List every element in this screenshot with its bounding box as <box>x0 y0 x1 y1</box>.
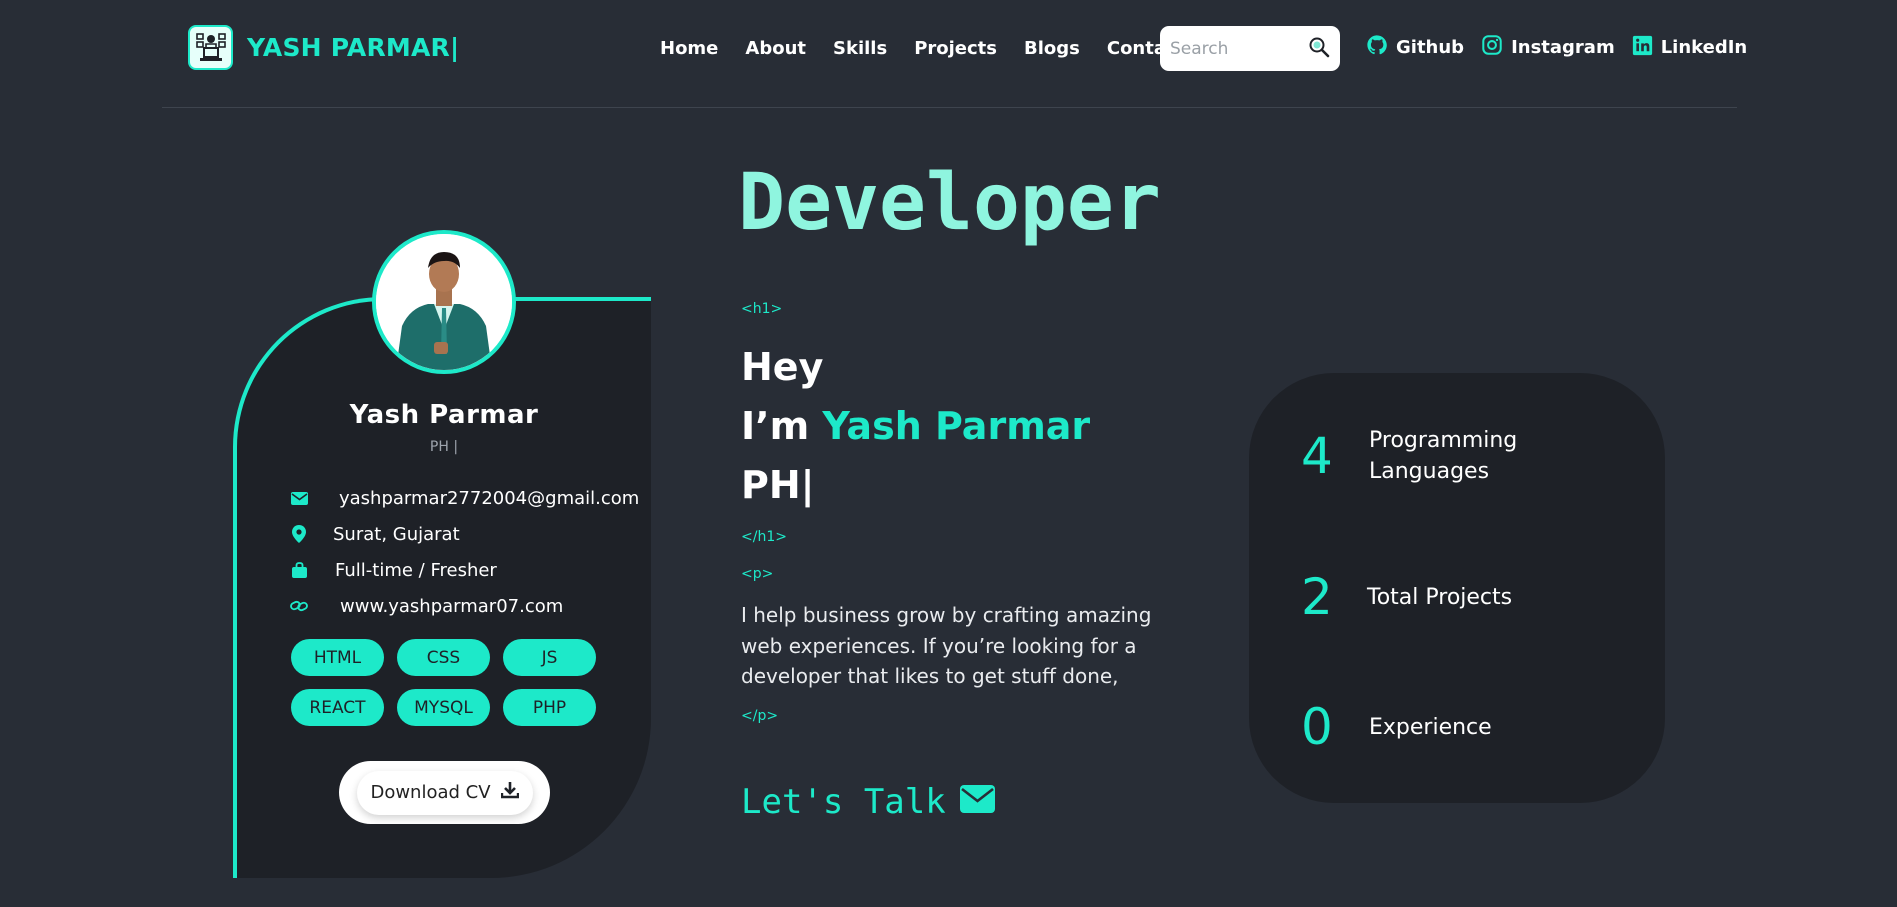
stat-label: Experience <box>1369 714 1492 740</box>
instagram-label: Instagram <box>1511 37 1615 58</box>
location-icon <box>290 525 308 543</box>
info-employment: Full-time / Fresher <box>290 552 639 588</box>
download-cv-label: Download CV <box>370 782 491 803</box>
stat-label: Programming Languages <box>1369 428 1518 484</box>
nav-links: Home About Skills Projects Blogs Contact <box>660 38 1185 59</box>
stat-value: 0 <box>1301 698 1333 756</box>
download-cv-inner: Download CV <box>357 771 533 815</box>
intro-description: I help business grow by crafting amazing… <box>741 603 1152 688</box>
skill-chip: REACT <box>291 689 384 726</box>
p-close-tag: </p> <box>741 708 779 724</box>
stat-experience: 0 Experience <box>1301 698 1492 756</box>
github-icon <box>1366 34 1388 61</box>
h1-open-tag: <h1> <box>741 301 783 317</box>
info-email: yashparmar2772004@gmail.com <box>290 480 639 516</box>
envelope-icon <box>959 782 995 822</box>
download-cv-button[interactable]: Download CV <box>339 761 550 824</box>
info-website[interactable]: www.yashparmar07.com <box>290 588 639 624</box>
skill-chip: JS <box>503 639 596 676</box>
nav-link-projects[interactable]: Projects <box>914 38 997 59</box>
lets-talk-button[interactable]: Let's Talk <box>741 782 995 822</box>
skill-chip: HTML <box>291 639 384 676</box>
instagram-link[interactable]: Instagram <box>1481 34 1615 61</box>
stat-value: 2 <box>1301 568 1333 626</box>
linkedin-icon <box>1632 35 1653 61</box>
stats-panel: 4 Programming Languages 2 Total Projects … <box>1249 373 1665 803</box>
briefcase-icon <box>290 562 308 578</box>
intro-prefix: I’m <box>741 404 823 448</box>
intro-line-role: PH| <box>741 463 815 507</box>
avatar <box>372 230 516 374</box>
skill-chips: HTML CSS JS REACT MYSQL PHP <box>291 639 601 726</box>
brand-name: YASH PARMAR| <box>247 33 460 62</box>
search-icon[interactable] <box>1308 36 1330 62</box>
info-website-text[interactable]: www.yashparmar07.com <box>340 596 563 617</box>
p-open-tag: <p> <box>741 566 774 582</box>
linkedin-label: LinkedIn <box>1660 37 1748 58</box>
stat-label: Total Projects <box>1367 584 1513 610</box>
intro-heading: Hey I’m Yash Parmar PH| <box>741 338 1090 515</box>
stat-languages: 4 Programming Languages <box>1301 425 1517 487</box>
hero-title: Developer <box>738 158 1161 248</box>
skill-chip: PHP <box>503 689 596 726</box>
info-employment-text: Full-time / Fresher <box>335 559 497 581</box>
nav-link-blogs[interactable]: Blogs <box>1024 38 1080 59</box>
info-email-text: yashparmar2772004@gmail.com <box>339 487 640 509</box>
stat-value: 4 <box>1301 427 1333 485</box>
nav-link-skills[interactable]: Skills <box>833 38 887 59</box>
intro-name: Yash Parmar <box>822 404 1091 448</box>
intro-line-hey: Hey <box>741 345 824 389</box>
github-label: Github <box>1396 37 1465 58</box>
info-location-text: Surat, Gujarat <box>333 523 460 545</box>
h1-close-tag: </h1> <box>741 529 787 545</box>
info-location: Surat, Gujarat <box>290 516 639 552</box>
nav-link-about[interactable]: About <box>745 38 806 59</box>
link-icon <box>290 599 308 613</box>
social-links: Github Instagram LinkedIn <box>1366 34 1747 61</box>
intro-line-name: I’m Yash Parmar <box>741 397 1090 456</box>
github-link[interactable]: Github <box>1366 34 1464 61</box>
skill-chip: MYSQL <box>397 689 490 726</box>
instagram-icon <box>1481 34 1503 61</box>
download-icon <box>500 781 519 804</box>
nav-link-home[interactable]: Home <box>660 38 718 59</box>
profile-name: Yash Parmar <box>349 400 539 430</box>
lets-talk-label: Let's Talk <box>741 782 946 822</box>
brand[interactable]: YASH PARMAR| <box>188 25 459 70</box>
profile-info-list: yashparmar2772004@gmail.com Surat, Gujar… <box>290 480 639 624</box>
stat-projects: 2 Total Projects <box>1301 568 1512 626</box>
navbar: YASH PARMAR| Home About Skills Projects … <box>162 0 1747 108</box>
logo-icon <box>188 25 233 70</box>
linkedin-link[interactable]: LinkedIn <box>1632 34 1748 61</box>
search-input[interactable] <box>1170 38 1300 59</box>
search-box <box>1160 26 1340 71</box>
skill-chip: CSS <box>397 639 490 676</box>
profile-role: PH | <box>429 439 459 455</box>
mail-icon <box>290 491 308 505</box>
